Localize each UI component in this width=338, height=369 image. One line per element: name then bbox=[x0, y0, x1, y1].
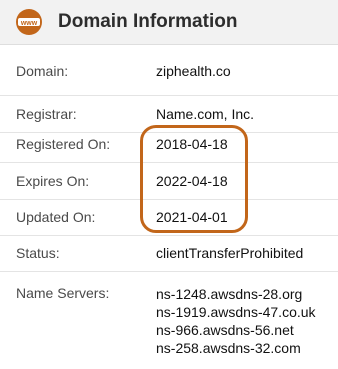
status-value: clientTransferProhibited bbox=[156, 245, 304, 261]
registrar-label: Registrar: bbox=[16, 106, 77, 122]
status-label: Status: bbox=[16, 245, 60, 261]
row-expires-on: Expires On: 2022-04-18 bbox=[0, 163, 338, 200]
expires-on-value: 2022-04-18 bbox=[156, 173, 228, 189]
domain-information-panel: www Domain Information Domain: ziphealth… bbox=[0, 0, 338, 369]
name-server-item: ns-966.awsdns-56.net bbox=[156, 322, 294, 338]
row-updated-on: Updated On: 2021-04-01 bbox=[0, 199, 338, 236]
registered-on-value: 2018-04-18 bbox=[156, 136, 228, 152]
domain-label: Domain: bbox=[16, 63, 69, 79]
row-domain: Domain: ziphealth.co bbox=[0, 45, 338, 96]
updated-on-value: 2021-04-01 bbox=[156, 209, 228, 225]
www-icon-text: www bbox=[20, 20, 38, 27]
registrar-value: Name.com, Inc. bbox=[156, 106, 255, 122]
registered-on-label: Registered On: bbox=[16, 136, 111, 152]
row-name-servers: Name Servers: ns-1248.awsdns-28.org ns-1… bbox=[0, 272, 338, 369]
name-server-item: ns-258.awsdns-32.com bbox=[156, 340, 301, 356]
name-server-item: ns-1248.awsdns-28.org bbox=[156, 286, 303, 302]
name-servers-label: Name Servers: bbox=[16, 285, 110, 301]
row-status: Status: clientTransferProhibited bbox=[0, 235, 338, 272]
row-registered-on: Registered On: 2018-04-18 bbox=[0, 126, 338, 163]
domain-value: ziphealth.co bbox=[156, 63, 231, 79]
www-icon: www bbox=[16, 9, 42, 35]
name-servers-list: ns-1248.awsdns-28.org ns-1919.awsdns-47.… bbox=[156, 285, 316, 357]
expires-on-label: Expires On: bbox=[16, 173, 90, 189]
panel-header: www Domain Information bbox=[0, 0, 338, 45]
name-server-item: ns-1919.awsdns-47.co.uk bbox=[156, 304, 316, 320]
updated-on-label: Updated On: bbox=[16, 209, 96, 225]
panel-title: Domain Information bbox=[58, 11, 238, 32]
